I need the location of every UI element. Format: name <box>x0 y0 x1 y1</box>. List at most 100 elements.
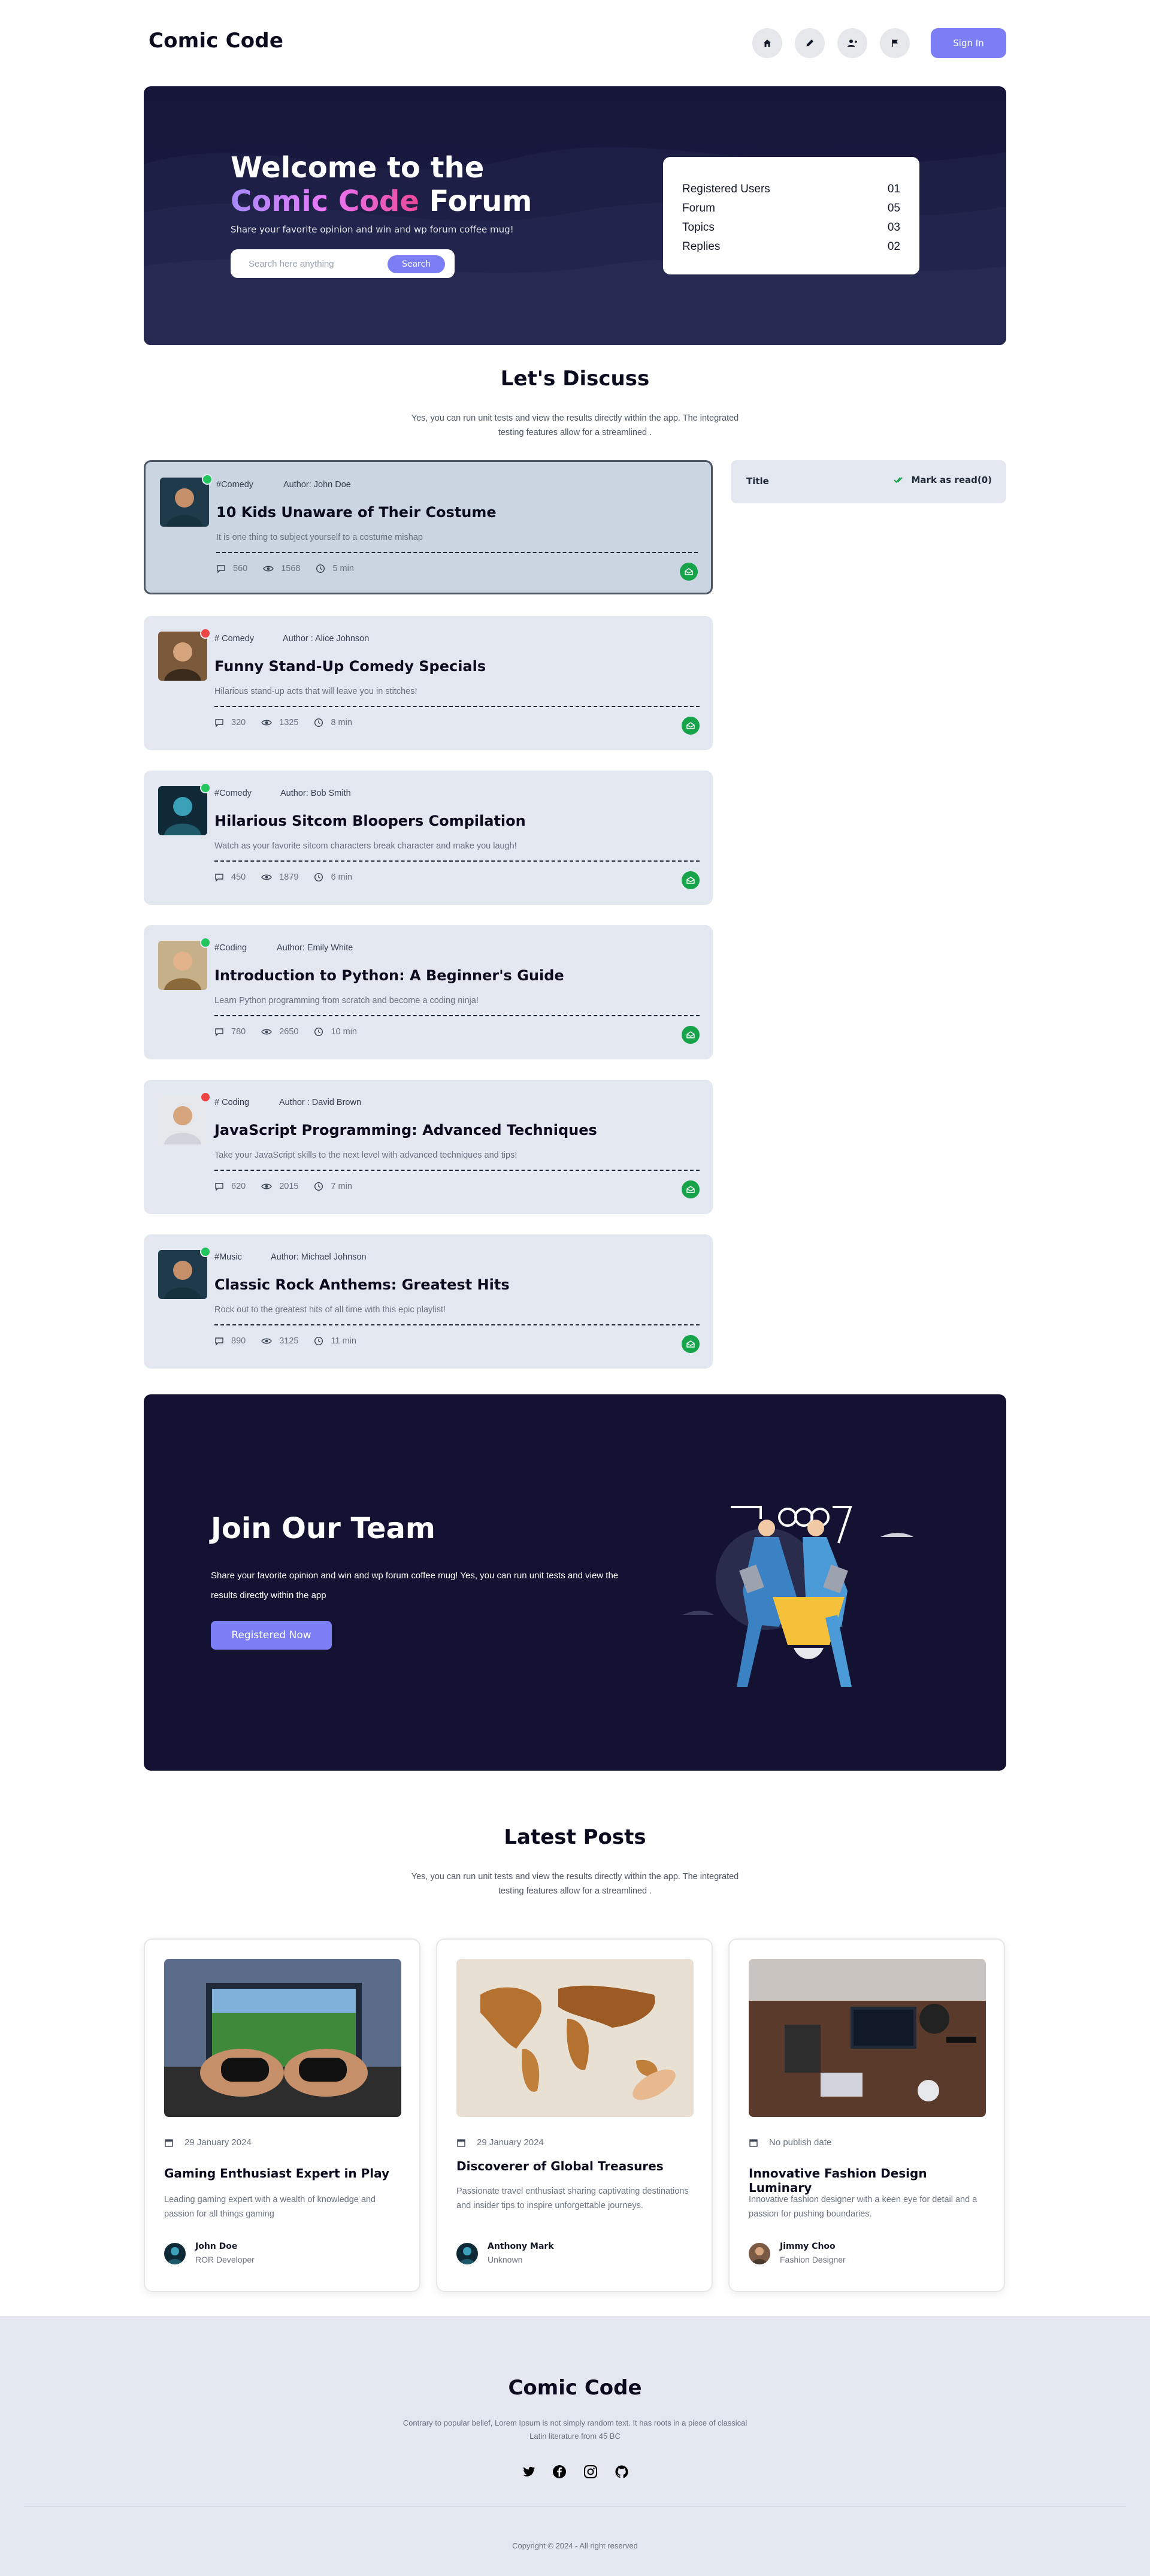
comments-stat: 890 <box>214 1336 246 1346</box>
facebook-icon[interactable] <box>552 2465 567 2479</box>
comments-stat: 620 <box>214 1182 246 1191</box>
discuss-description: Yes, you can run unit tests and view the… <box>411 413 739 437</box>
read-time: 8 min <box>331 718 352 727</box>
pencil-icon[interactable] <box>795 28 825 58</box>
mark-as-read-button[interactable]: Mark as read(0) <box>893 475 992 485</box>
footer-description: Contrary to popular belief, Lorem Ipsum … <box>402 2418 748 2441</box>
post-author-name: Jimmy Choo <box>780 2242 836 2251</box>
avatar <box>164 2243 186 2264</box>
topic-tag[interactable]: # Coding <box>214 1098 249 1107</box>
time-stat: 7 min <box>314 1182 352 1191</box>
post-author-name: John Doe <box>195 2242 238 2251</box>
hero-banner: Welcome to the Comic Code Forum Share yo… <box>144 86 1006 345</box>
clock-icon <box>316 564 325 573</box>
clock-icon <box>314 1182 323 1191</box>
topic-card[interactable]: #Comedy Author: John Doe 10 Kids Unaware… <box>144 460 713 594</box>
comment-count: 560 <box>233 564 248 573</box>
topic-author: Author: Michael Johnson <box>271 1252 367 1262</box>
sign-in-button[interactable]: Sign In <box>931 28 1006 58</box>
topic-card[interactable]: # Coding Author : David Brown JavaScript… <box>144 1080 713 1214</box>
topic-card[interactable]: # Comedy Author : Alice Johnson Funny St… <box>144 616 713 750</box>
add-user-icon[interactable] <box>837 28 867 58</box>
join-description: Share your favorite opinion and win and … <box>211 1571 619 1600</box>
view-count: 2650 <box>279 1027 299 1037</box>
comments-stat: 560 <box>216 564 247 573</box>
post-card[interactable]: 29 January 2024 Discoverer of Global Tre… <box>436 1938 713 2292</box>
post-title[interactable]: Discoverer of Global Treasures <box>456 2159 696 2173</box>
footer-divider <box>24 2506 1126 2507</box>
topic-meta: 890 3125 11 min <box>214 1336 372 1346</box>
topic-tag[interactable]: # Comedy <box>214 634 254 644</box>
post-title[interactable]: Gaming Enthusiast Expert in Play <box>164 2166 404 2181</box>
post-title[interactable]: Innovative Fashion Design Luminary <box>749 2166 988 2195</box>
views-stat: 3125 <box>261 1336 298 1346</box>
stat-value: 03 <box>887 221 900 234</box>
stat-label: Forum <box>682 202 715 215</box>
open-envelope-icon[interactable] <box>682 717 700 735</box>
site-logo[interactable]: Comic Code <box>149 29 283 53</box>
online-status-dot <box>200 628 211 639</box>
github-icon[interactable] <box>615 2465 629 2479</box>
topic-meta: 780 2650 10 min <box>214 1027 373 1037</box>
copyright-text: Copyright © 2024 - All right reserved <box>512 2541 638 2550</box>
topic-description: Rock out to the greatest hits of all tim… <box>214 1305 446 1315</box>
open-envelope-icon[interactable] <box>682 1026 700 1044</box>
comment-icon <box>215 1183 223 1191</box>
topic-title[interactable]: Introduction to Python: A Beginner's Gui… <box>214 967 564 984</box>
footer-logo[interactable]: Comic Code <box>0 2376 1150 2400</box>
clock-icon <box>314 718 323 727</box>
post-card[interactable]: No publish date Innovative Fashion Desig… <box>728 1938 1005 2292</box>
register-now-button[interactable]: Registered Now <box>211 1621 332 1650</box>
post-date: 29 January 2024 <box>456 2137 544 2148</box>
comment-icon <box>215 719 223 727</box>
read-time: 7 min <box>331 1182 352 1191</box>
topic-title[interactable]: 10 Kids Unaware of Their Costume <box>216 504 497 521</box>
avatar <box>158 1250 207 1299</box>
stat-value: 05 <box>887 202 900 215</box>
view-count: 1568 <box>281 564 301 573</box>
topic-tag[interactable]: #Comedy <box>214 789 252 798</box>
topic-card[interactable]: #Comedy Author: Bob Smith Hilarious Sitc… <box>144 771 713 905</box>
hero-title-line1: Welcome to the <box>231 151 485 185</box>
read-time: 6 min <box>331 872 352 882</box>
time-stat: 10 min <box>314 1027 357 1037</box>
dashed-divider <box>216 552 698 553</box>
topic-title[interactable]: Hilarious Sitcom Bloopers Compilation <box>214 813 526 829</box>
topic-title[interactable]: JavaScript Programming: Advanced Techniq… <box>214 1122 597 1138</box>
post-author-role: Unknown <box>488 2255 523 2264</box>
topic-card[interactable]: #Coding Author: Emily White Introduction… <box>144 925 713 1059</box>
topic-tag[interactable]: #Music <box>214 1252 242 1262</box>
side-panel-title: Title <box>746 476 769 487</box>
comment-count: 780 <box>231 1027 246 1037</box>
dashed-divider <box>214 1324 700 1325</box>
topic-title[interactable]: Classic Rock Anthems: Greatest Hits <box>214 1276 510 1293</box>
topic-title[interactable]: Funny Stand-Up Comedy Specials <box>214 658 486 675</box>
open-envelope-icon[interactable] <box>682 1335 700 1353</box>
stat-row: Replies 02 <box>682 237 900 256</box>
post-date-text: 29 January 2024 <box>184 2137 252 2148</box>
open-envelope-icon[interactable] <box>680 563 698 581</box>
post-card[interactable]: 29 January 2024 Gaming Enthusiast Expert… <box>144 1938 420 2292</box>
topic-author: Author: Emily White <box>277 943 353 953</box>
views-stat: 1879 <box>261 872 298 882</box>
comments-stat: 320 <box>214 718 246 727</box>
clock-icon <box>314 1027 323 1037</box>
flag-icon[interactable] <box>880 28 910 58</box>
search-input[interactable] <box>249 256 380 271</box>
open-envelope-icon[interactable] <box>682 1180 700 1198</box>
topic-tag[interactable]: #Comedy <box>216 480 253 490</box>
online-status-dot <box>200 783 211 793</box>
instagram-icon[interactable] <box>583 2465 598 2479</box>
dashed-divider <box>214 1170 700 1171</box>
nav-icon-group <box>752 28 910 58</box>
search-button[interactable]: Search <box>388 255 445 273</box>
topic-card[interactable]: #Music Author: Michael Johnson Classic R… <box>144 1234 713 1369</box>
topic-tag[interactable]: #Coding <box>214 943 247 953</box>
open-envelope-icon[interactable] <box>682 871 700 889</box>
home-icon[interactable] <box>752 28 782 58</box>
comment-count: 890 <box>231 1336 246 1346</box>
twitter-icon[interactable] <box>521 2465 535 2479</box>
post-description: Passionate travel enthusiast sharing cap… <box>456 2187 689 2210</box>
comment-icon <box>215 874 223 882</box>
topic-meta: 450 1879 6 min <box>214 872 368 882</box>
